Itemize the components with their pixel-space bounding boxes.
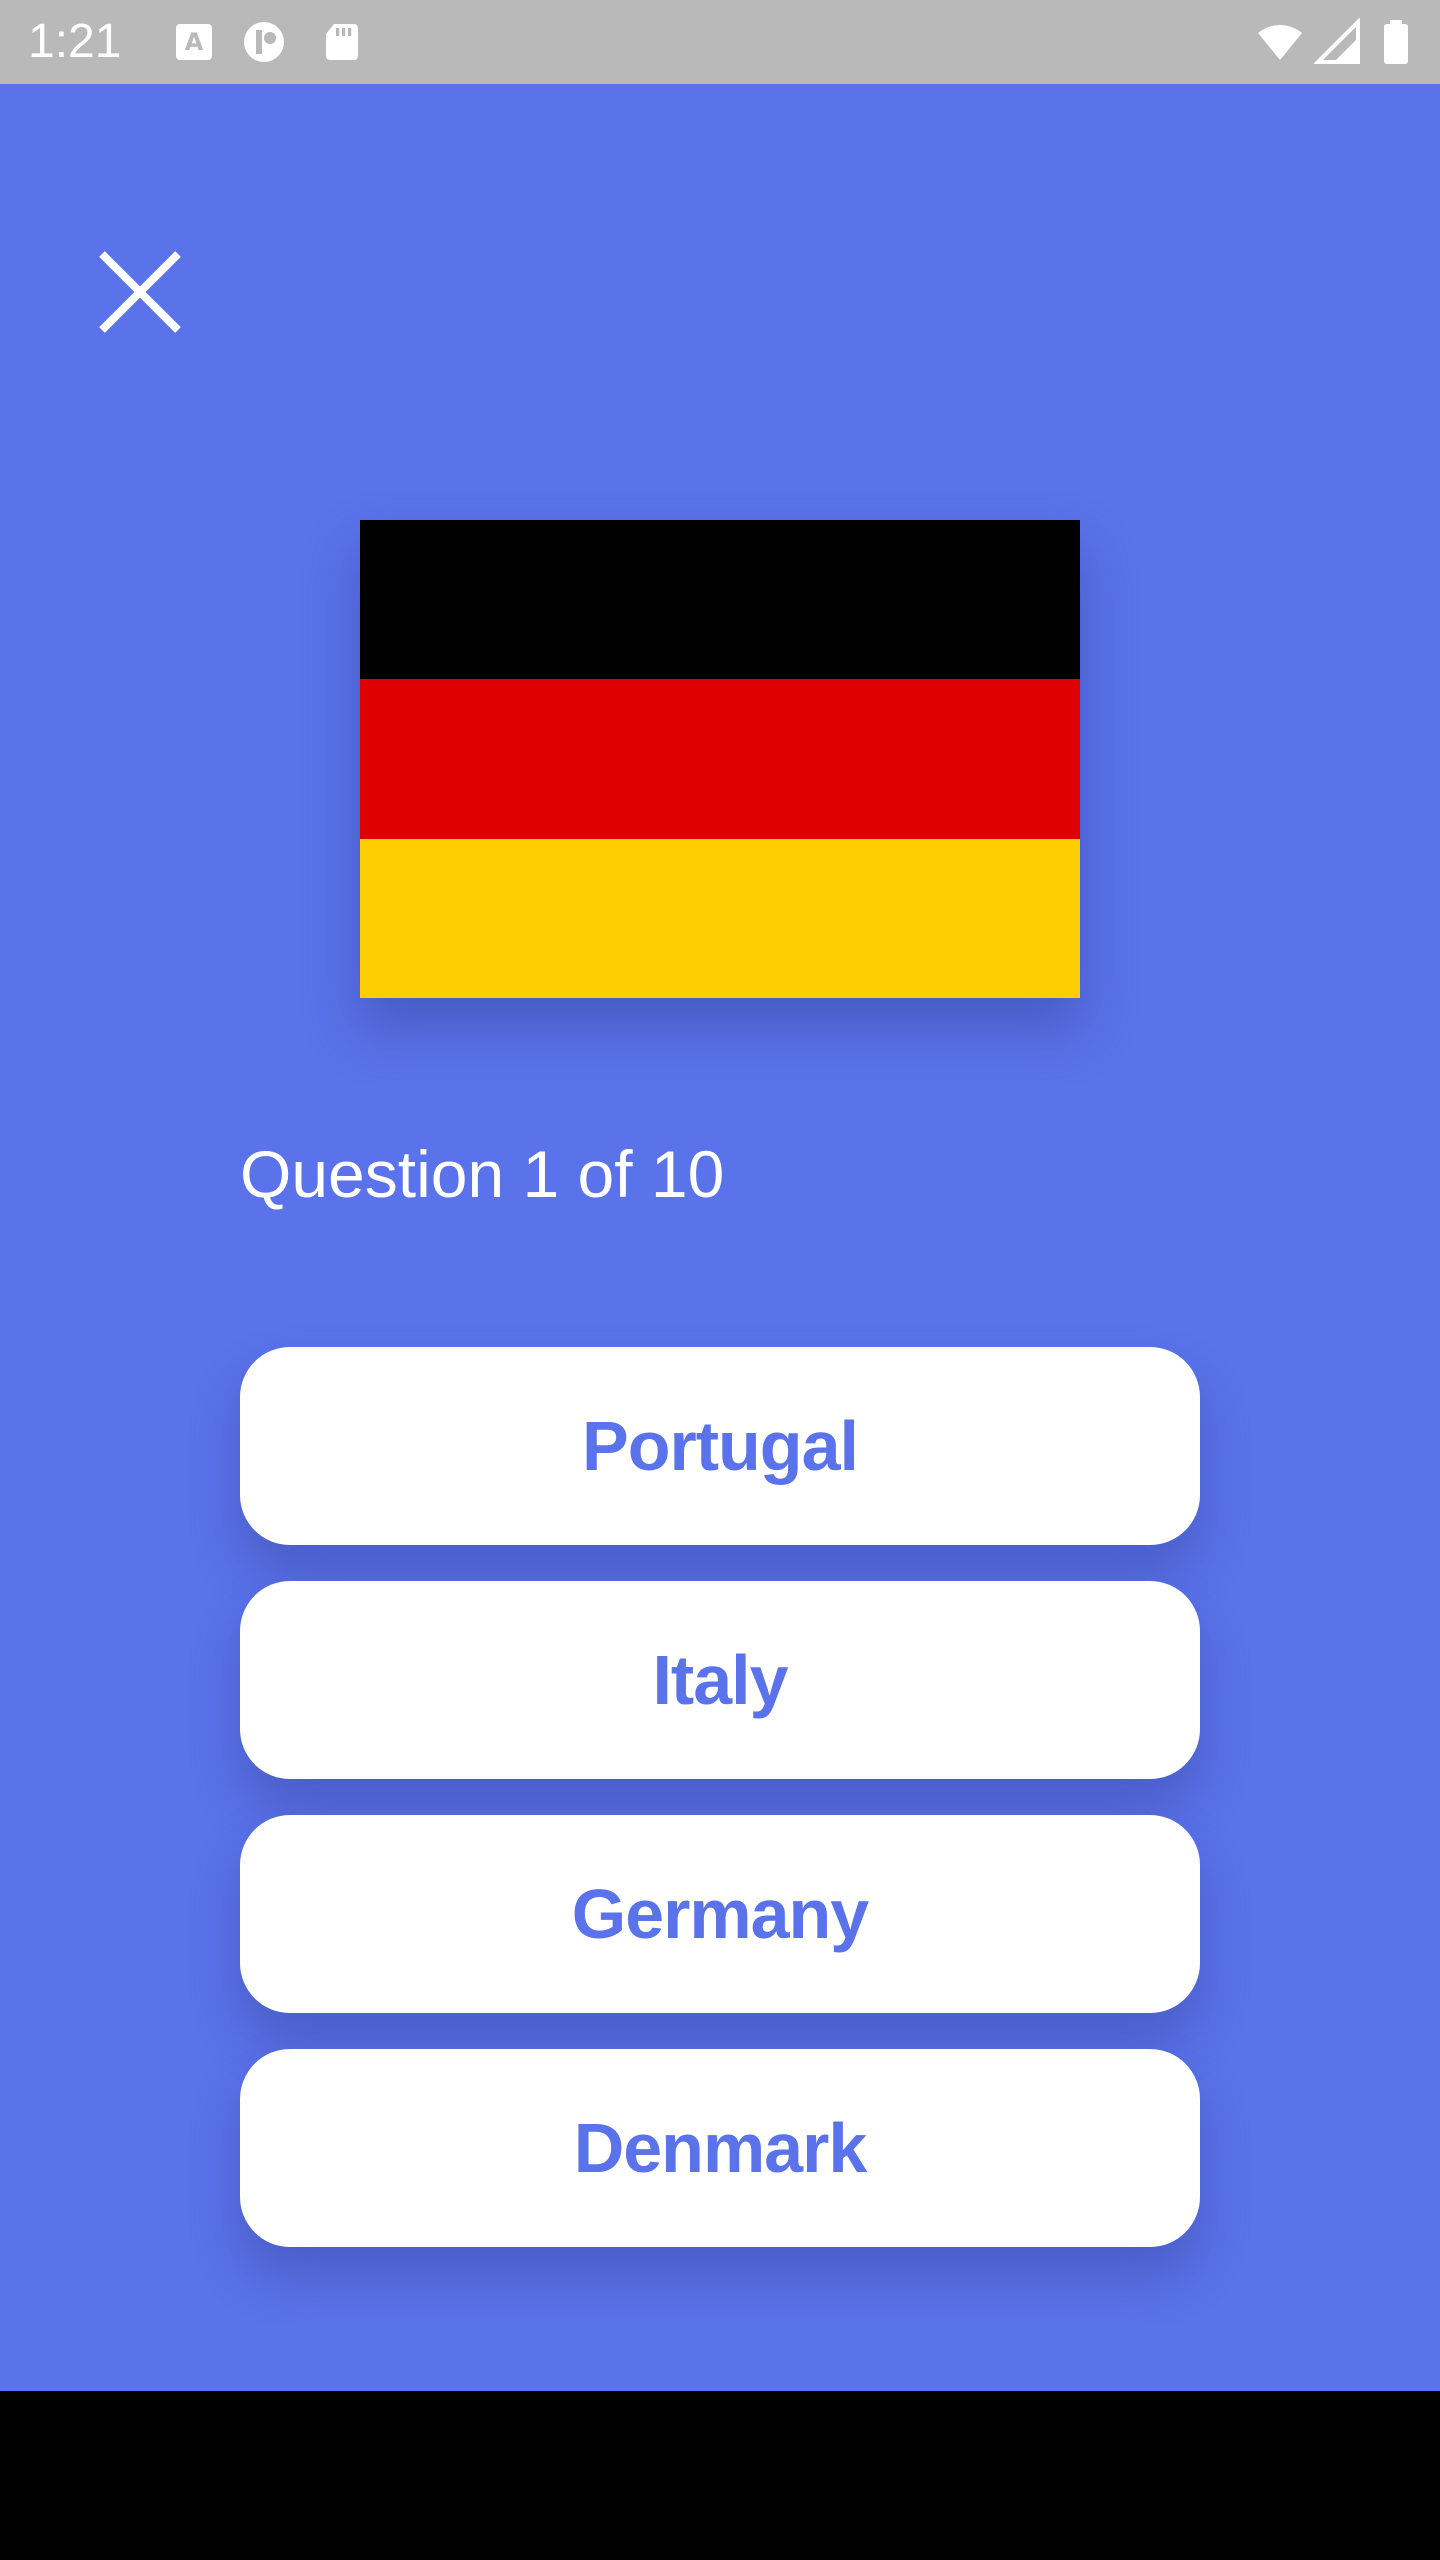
svg-text:A: A (185, 28, 204, 56)
flag-band-middle (360, 679, 1080, 839)
screen: 1:21 A Question 1 of 10 Portugal Italy G… (0, 0, 1440, 2560)
close-icon (99, 251, 181, 333)
a-notification-icon: A (170, 18, 218, 66)
battery-icon (1372, 18, 1420, 66)
flag-image (360, 520, 1080, 998)
app-notification-icon (240, 18, 288, 66)
close-button[interactable] (92, 244, 188, 340)
answer-label: Portugal (582, 1407, 859, 1485)
flag-band-bottom (360, 838, 1080, 998)
answer-button-portugal[interactable]: Portugal (240, 1347, 1200, 1545)
quiz-screen: Question 1 of 10 Portugal Italy Germany … (0, 84, 1440, 2391)
answer-label: Denmark (573, 2109, 868, 2187)
answer-button-italy[interactable]: Italy (240, 1581, 1200, 1779)
flag-band-top (360, 520, 1080, 680)
question-counter: Question 1 of 10 (240, 1137, 725, 1211)
answer-label: Germany (571, 1875, 869, 1953)
status-time: 1:21 (28, 15, 122, 68)
sd-card-icon (318, 18, 366, 66)
answer-button-germany[interactable]: Germany (240, 1815, 1200, 2013)
wifi-icon (1256, 18, 1304, 66)
navigation-bar (0, 2391, 1440, 2560)
answer-label: Italy (652, 1641, 788, 1719)
answer-button-denmark[interactable]: Denmark (240, 2049, 1200, 2247)
signal-icon (1314, 18, 1362, 66)
status-bar: 1:21 A (0, 0, 1440, 84)
answer-list: Portugal Italy Germany Denmark (240, 1347, 1200, 2283)
